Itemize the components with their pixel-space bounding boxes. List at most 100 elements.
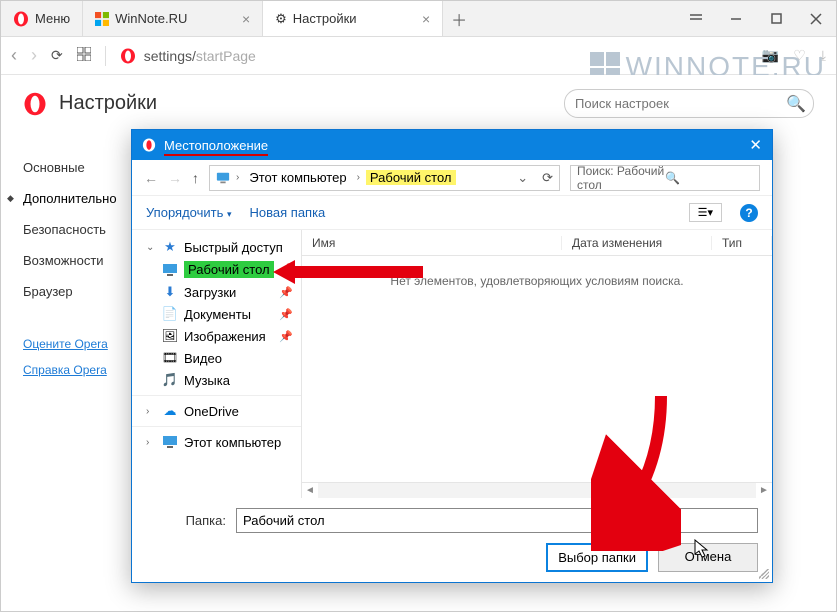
tab-close-icon[interactable]: × xyxy=(422,11,430,27)
breadcrumb-dropdown[interactable]: ⌄ xyxy=(517,170,528,186)
resize-grip[interactable] xyxy=(759,569,769,579)
tree-item-music[interactable]: 🎵 Музыка xyxy=(132,369,301,391)
chevron-right-icon[interactable]: › xyxy=(146,406,156,417)
minimize-button[interactable] xyxy=(716,1,756,37)
dialog-title: Местоположение xyxy=(164,138,268,153)
settings-sidebar: Основные Дополнительно Безопасность Возм… xyxy=(1,132,131,591)
opera-icon xyxy=(142,138,156,152)
crumb-desktop[interactable]: Рабочий стол xyxy=(366,170,456,185)
chevron-down-icon[interactable]: ⌄ xyxy=(146,242,156,253)
folder-tree: ⌄ ★ Быстрый доступ Рабочий стол 📌 ⬇ Загр… xyxy=(132,230,302,498)
tree-label: Документы xyxy=(184,307,251,322)
reload-button[interactable]: ⟳ xyxy=(51,47,63,64)
downloads-icon[interactable]: ⤓ xyxy=(820,47,826,64)
tab-strip: WinNote.RU × ⚙ Настройки × ＋ xyxy=(83,1,676,36)
tab-close-icon[interactable]: × xyxy=(242,11,250,27)
new-folder-button[interactable]: Новая папка xyxy=(250,205,326,220)
speeddial-button[interactable] xyxy=(77,47,91,64)
crumb-this-pc[interactable]: Этот компьютер xyxy=(245,170,350,185)
breadcrumb-refresh[interactable]: ⟳ xyxy=(542,170,553,186)
nav-up-button[interactable]: ↑ xyxy=(192,170,199,186)
music-icon: 🎵 xyxy=(162,372,178,388)
scroll-right-icon[interactable]: ► xyxy=(756,485,772,496)
tree-item-desktop[interactable]: Рабочий стол 📌 xyxy=(132,258,301,281)
window-controls xyxy=(676,1,836,36)
tab-winnote[interactable]: WinNote.RU × xyxy=(83,1,263,36)
back-button[interactable]: ‹ xyxy=(11,45,17,66)
settings-search[interactable]: 🔍 xyxy=(564,89,814,118)
dialog-titlebar: Местоположение ✕ xyxy=(132,130,772,160)
window-menu-button[interactable] xyxy=(676,1,716,37)
breadcrumb-bar[interactable]: › Этот компьютер › Рабочий стол ⌄ ⟳ xyxy=(209,165,560,191)
search-icon: 🔍 xyxy=(786,94,806,114)
tree-item-pictures[interactable]: 🖼 Изображения 📌 xyxy=(132,325,301,347)
col-type[interactable]: Тип xyxy=(712,236,772,250)
scroll-left-icon[interactable]: ◄ xyxy=(302,485,318,496)
dialog-toolbar: Упорядочить ▾ Новая папка ☰▾ ? xyxy=(132,196,772,230)
dialog-search[interactable]: Поиск: Рабочий стол 🔍 xyxy=(570,165,760,191)
address-bar[interactable]: settings/startPage xyxy=(120,48,748,64)
opera-icon xyxy=(23,92,47,116)
col-date[interactable]: Дата изменения xyxy=(562,236,712,250)
browser-toolbar: ‹ › ⟳ settings/startPage 📷 ♡ ⤓ xyxy=(1,37,836,75)
desktop-icon xyxy=(162,262,178,278)
file-list: Имя Дата изменения Тип Нет элементов, уд… xyxy=(302,230,772,498)
cancel-button[interactable]: Отмена xyxy=(658,543,758,572)
view-mode-button[interactable]: ☰▾ xyxy=(689,203,722,222)
dialog-footer: Папка: Выбор папки Отмена xyxy=(132,498,772,582)
folder-input[interactable] xyxy=(236,508,758,533)
sidebar-item-security[interactable]: Безопасность xyxy=(1,214,131,245)
tree-label: OneDrive xyxy=(184,404,239,419)
url-prefix: settings/ xyxy=(144,48,196,64)
opera-icon xyxy=(120,48,136,64)
chevron-right-icon[interactable]: › xyxy=(146,437,156,448)
tree-quick-access[interactable]: ⌄ ★ Быстрый доступ xyxy=(132,236,301,258)
sidebar-link-rate[interactable]: Оцените Opera xyxy=(1,331,131,357)
col-name[interactable]: Имя xyxy=(302,236,562,250)
tree-item-videos[interactable]: 🎞 Видео xyxy=(132,347,301,369)
heart-icon[interactable]: ♡ xyxy=(793,47,806,64)
help-button[interactable]: ? xyxy=(740,204,758,222)
tab-title: WinNote.RU xyxy=(115,11,187,26)
url-suffix: startPage xyxy=(196,48,256,64)
sidebar-item-browser[interactable]: Браузер xyxy=(1,276,131,307)
pin-icon: 📌 xyxy=(279,330,293,343)
tab-settings[interactable]: ⚙ Настройки × xyxy=(263,1,443,36)
tree-item-documents[interactable]: 📄 Документы 📌 xyxy=(132,303,301,325)
page-title: Настройки xyxy=(59,92,157,115)
maximize-button[interactable] xyxy=(756,1,796,37)
separator xyxy=(105,46,106,66)
camera-icon[interactable]: 📷 xyxy=(762,47,779,64)
new-tab-button[interactable]: ＋ xyxy=(443,1,475,36)
sidebar-link-help[interactable]: Справка Opera xyxy=(1,357,131,383)
cloud-icon: ☁ xyxy=(162,403,178,419)
tree-onedrive[interactable]: › ☁ OneDrive xyxy=(132,400,301,422)
page-header: Настройки 🔍 xyxy=(1,75,836,132)
sidebar-item-basic[interactable]: Основные xyxy=(1,152,131,183)
menu-label: Меню xyxy=(35,11,70,26)
chevron-right-icon: › xyxy=(357,172,360,183)
star-icon: ★ xyxy=(162,239,178,255)
nav-back-button[interactable]: ← xyxy=(144,170,158,186)
settings-search-input[interactable] xyxy=(564,89,814,118)
nav-forward-button[interactable]: → xyxy=(168,170,182,186)
organize-button[interactable]: Упорядочить ▾ xyxy=(146,205,232,220)
opera-menu-button[interactable]: Меню xyxy=(1,1,83,36)
close-button[interactable] xyxy=(796,1,836,37)
sidebar-item-advanced[interactable]: Дополнительно xyxy=(1,183,131,214)
gear-icon: ⚙ xyxy=(275,11,287,27)
document-icon: 📄 xyxy=(162,306,178,322)
dialog-close-button[interactable]: ✕ xyxy=(749,136,762,154)
tree-item-downloads[interactable]: ⬇ Загрузки 📌 xyxy=(132,281,301,303)
tree-this-pc[interactable]: › Этот компьютер xyxy=(132,431,301,453)
tree-label: Музыка xyxy=(184,373,230,388)
pin-icon: 📌 xyxy=(280,263,294,276)
tab-title: Настройки xyxy=(293,11,357,26)
sidebar-item-features[interactable]: Возможности xyxy=(1,245,131,276)
dialog-search-placeholder: Поиск: Рабочий стол xyxy=(577,164,665,192)
chevron-right-icon: › xyxy=(236,172,239,183)
horizontal-scrollbar[interactable]: ◄ ► xyxy=(302,482,772,498)
forward-button[interactable]: › xyxy=(31,45,37,66)
empty-message: Нет элементов, удовлетворяющих условиям … xyxy=(302,256,772,482)
select-folder-button[interactable]: Выбор папки xyxy=(546,543,648,572)
